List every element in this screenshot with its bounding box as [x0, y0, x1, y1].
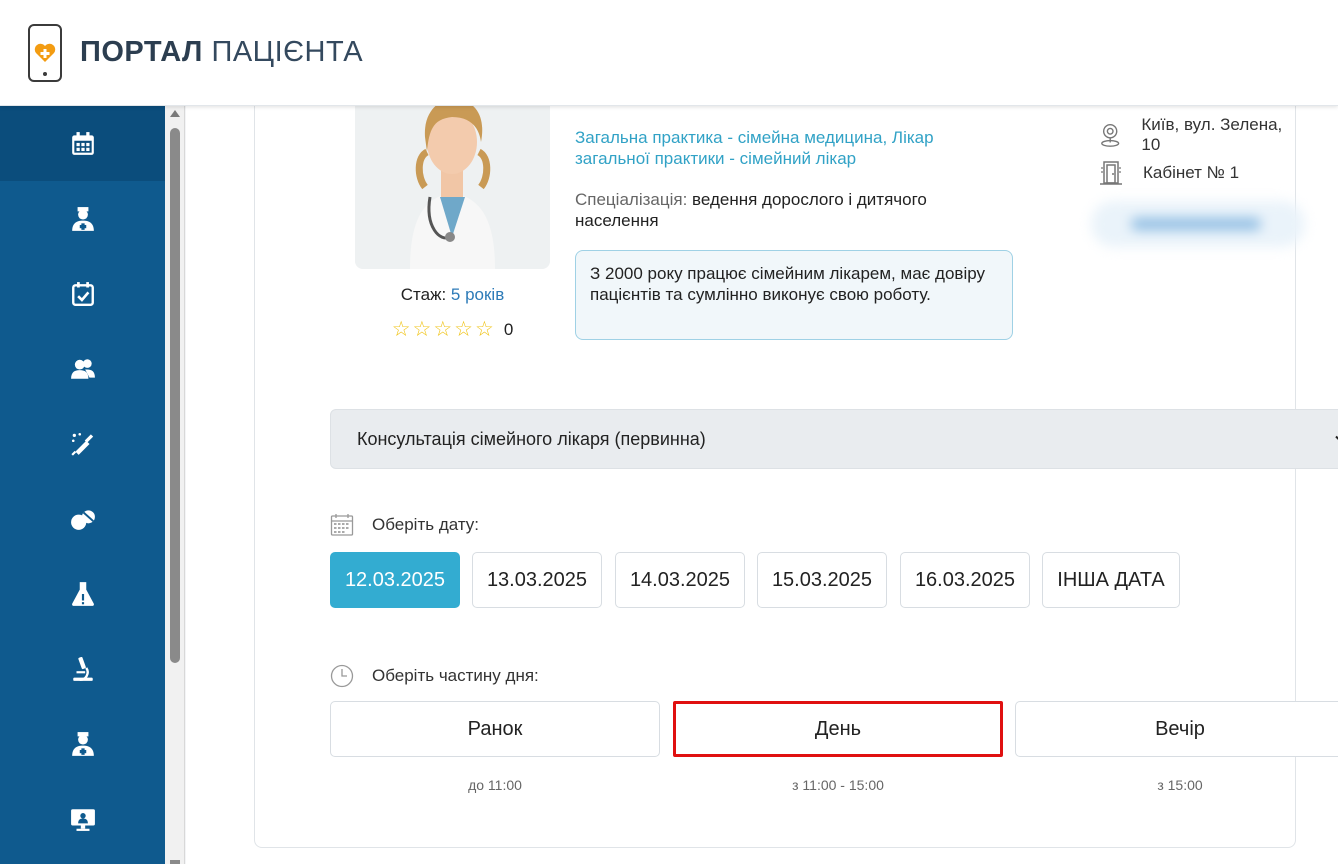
blurred-button[interactable]: [1091, 201, 1305, 247]
doctor-address: Київ, вул. Зелена, 10: [1099, 115, 1295, 155]
doctor-card: Загальна практика - сімейна медицина, Лі…: [254, 96, 1338, 848]
sidebar-item-telemedicine[interactable]: [0, 781, 165, 856]
date-button[interactable]: 15.03.2025: [757, 552, 887, 608]
app-title-thin: ПАЦІЄНТА: [211, 36, 364, 68]
service-select[interactable]: Консультація сімейного лікаря (первинна): [330, 409, 1338, 469]
sidebar-item-vaccination[interactable]: [0, 406, 165, 481]
doctor-specialty: Загальна практика - сімейна медицина, Лі…: [575, 128, 934, 168]
service-select-value: Консультація сімейного лікаря (первинна): [357, 428, 706, 449]
doctor-specialization: Спеціалізація: ведення дорослого і дитяч…: [575, 189, 975, 231]
doctor-experience: Стаж: 5 років: [315, 285, 590, 305]
clock-icon: [330, 664, 354, 688]
star-icon: ☆: [433, 318, 453, 341]
pills-icon: [70, 509, 95, 530]
calendar-icon: [71, 131, 94, 155]
date-button[interactable]: 13.03.2025: [472, 552, 602, 608]
sidebar-item-doctors[interactable]: [0, 181, 165, 256]
scroll-thumb[interactable]: [170, 128, 180, 663]
doctor-icon: [71, 731, 94, 756]
doctor-photo: [355, 97, 550, 269]
main-content: Загальна практика - сімейна медицина, Лі…: [186, 96, 1338, 864]
monitor-icon: [70, 808, 95, 831]
sidebar-item-research[interactable]: [0, 631, 165, 706]
daypart-evening-hint: з 15:00: [1157, 777, 1203, 793]
door-icon: [1100, 161, 1122, 185]
doctor-cabinet: Кабінет № 1: [1099, 160, 1239, 186]
microscope-icon: [72, 656, 93, 681]
location-icon: [1101, 124, 1120, 147]
rating-count: 0: [503, 319, 514, 339]
app-title: ПОРТАЛ ПАЦІЄНТА: [80, 36, 363, 69]
experience-label: Стаж:: [400, 285, 447, 304]
calendar-icon: [330, 514, 354, 536]
sidebar-item-lab[interactable]: [0, 556, 165, 631]
top-header: ПОРТАЛ ПАЦІЄНТА: [0, 0, 1338, 106]
daypart-morning-hint: до 11:00: [468, 777, 522, 793]
other-date-button[interactable]: ІНША ДАТА: [1042, 552, 1180, 608]
logo-icon: [28, 23, 62, 82]
sidebar: [0, 106, 165, 864]
specialization-label: Спеціалізація:: [575, 190, 688, 209]
daypart-day-hint: з 11:00 - 15:00: [792, 777, 884, 793]
doctor-bio: З 2000 року працює сімейним лікарем, має…: [575, 250, 1013, 340]
date-button[interactable]: 14.03.2025: [615, 552, 745, 608]
date-label-text: Оберіть дату:: [372, 515, 480, 534]
address-text: Київ, вул. Зелена, 10: [1141, 115, 1283, 154]
star-icon: ☆: [391, 318, 411, 341]
star-icon: ☆: [454, 318, 473, 341]
calendar-check-icon: [71, 281, 94, 306]
sidebar-item-medicines[interactable]: [0, 481, 165, 556]
daypart-day-button[interactable]: День: [673, 701, 1003, 757]
daypart-section-label: Оберіть частину дня:: [330, 664, 539, 688]
star-icon: ☆: [475, 318, 494, 341]
daypart-morning-button[interactable]: Ранок: [330, 701, 660, 757]
sidebar-item-calendar[interactable]: [0, 106, 165, 181]
date-section-label: Оберіть дату:: [330, 513, 479, 537]
sidebar-item-appointments[interactable]: [0, 256, 165, 331]
syringe-icon: [70, 432, 93, 456]
star-icon: ☆: [412, 318, 432, 341]
scroll-up-arrow-icon[interactable]: [170, 110, 180, 117]
scroll-down-arrow-icon[interactable]: [170, 860, 180, 864]
sidebar-item-staff[interactable]: [0, 706, 165, 781]
daypart-evening-button[interactable]: Вечір: [1015, 701, 1338, 757]
sidebar-item-patients[interactable]: [0, 331, 165, 406]
flask-icon: [71, 581, 94, 606]
daypart-label-text: Оберіть частину дня:: [372, 666, 539, 685]
users-icon: [70, 358, 95, 379]
cabinet-text: Кабінет № 1: [1143, 163, 1240, 182]
date-button[interactable]: 16.03.2025: [900, 552, 1030, 608]
doctor-rating: ☆ ☆ ☆ ☆ ☆ 0: [315, 319, 590, 340]
app-title-bold: ПОРТАЛ: [80, 36, 203, 68]
experience-value: 5 років: [450, 285, 505, 304]
date-button-selected[interactable]: 12.03.2025: [330, 552, 460, 608]
doctor-icon: [71, 206, 94, 231]
sidebar-scrollbar[interactable]: [165, 106, 185, 864]
